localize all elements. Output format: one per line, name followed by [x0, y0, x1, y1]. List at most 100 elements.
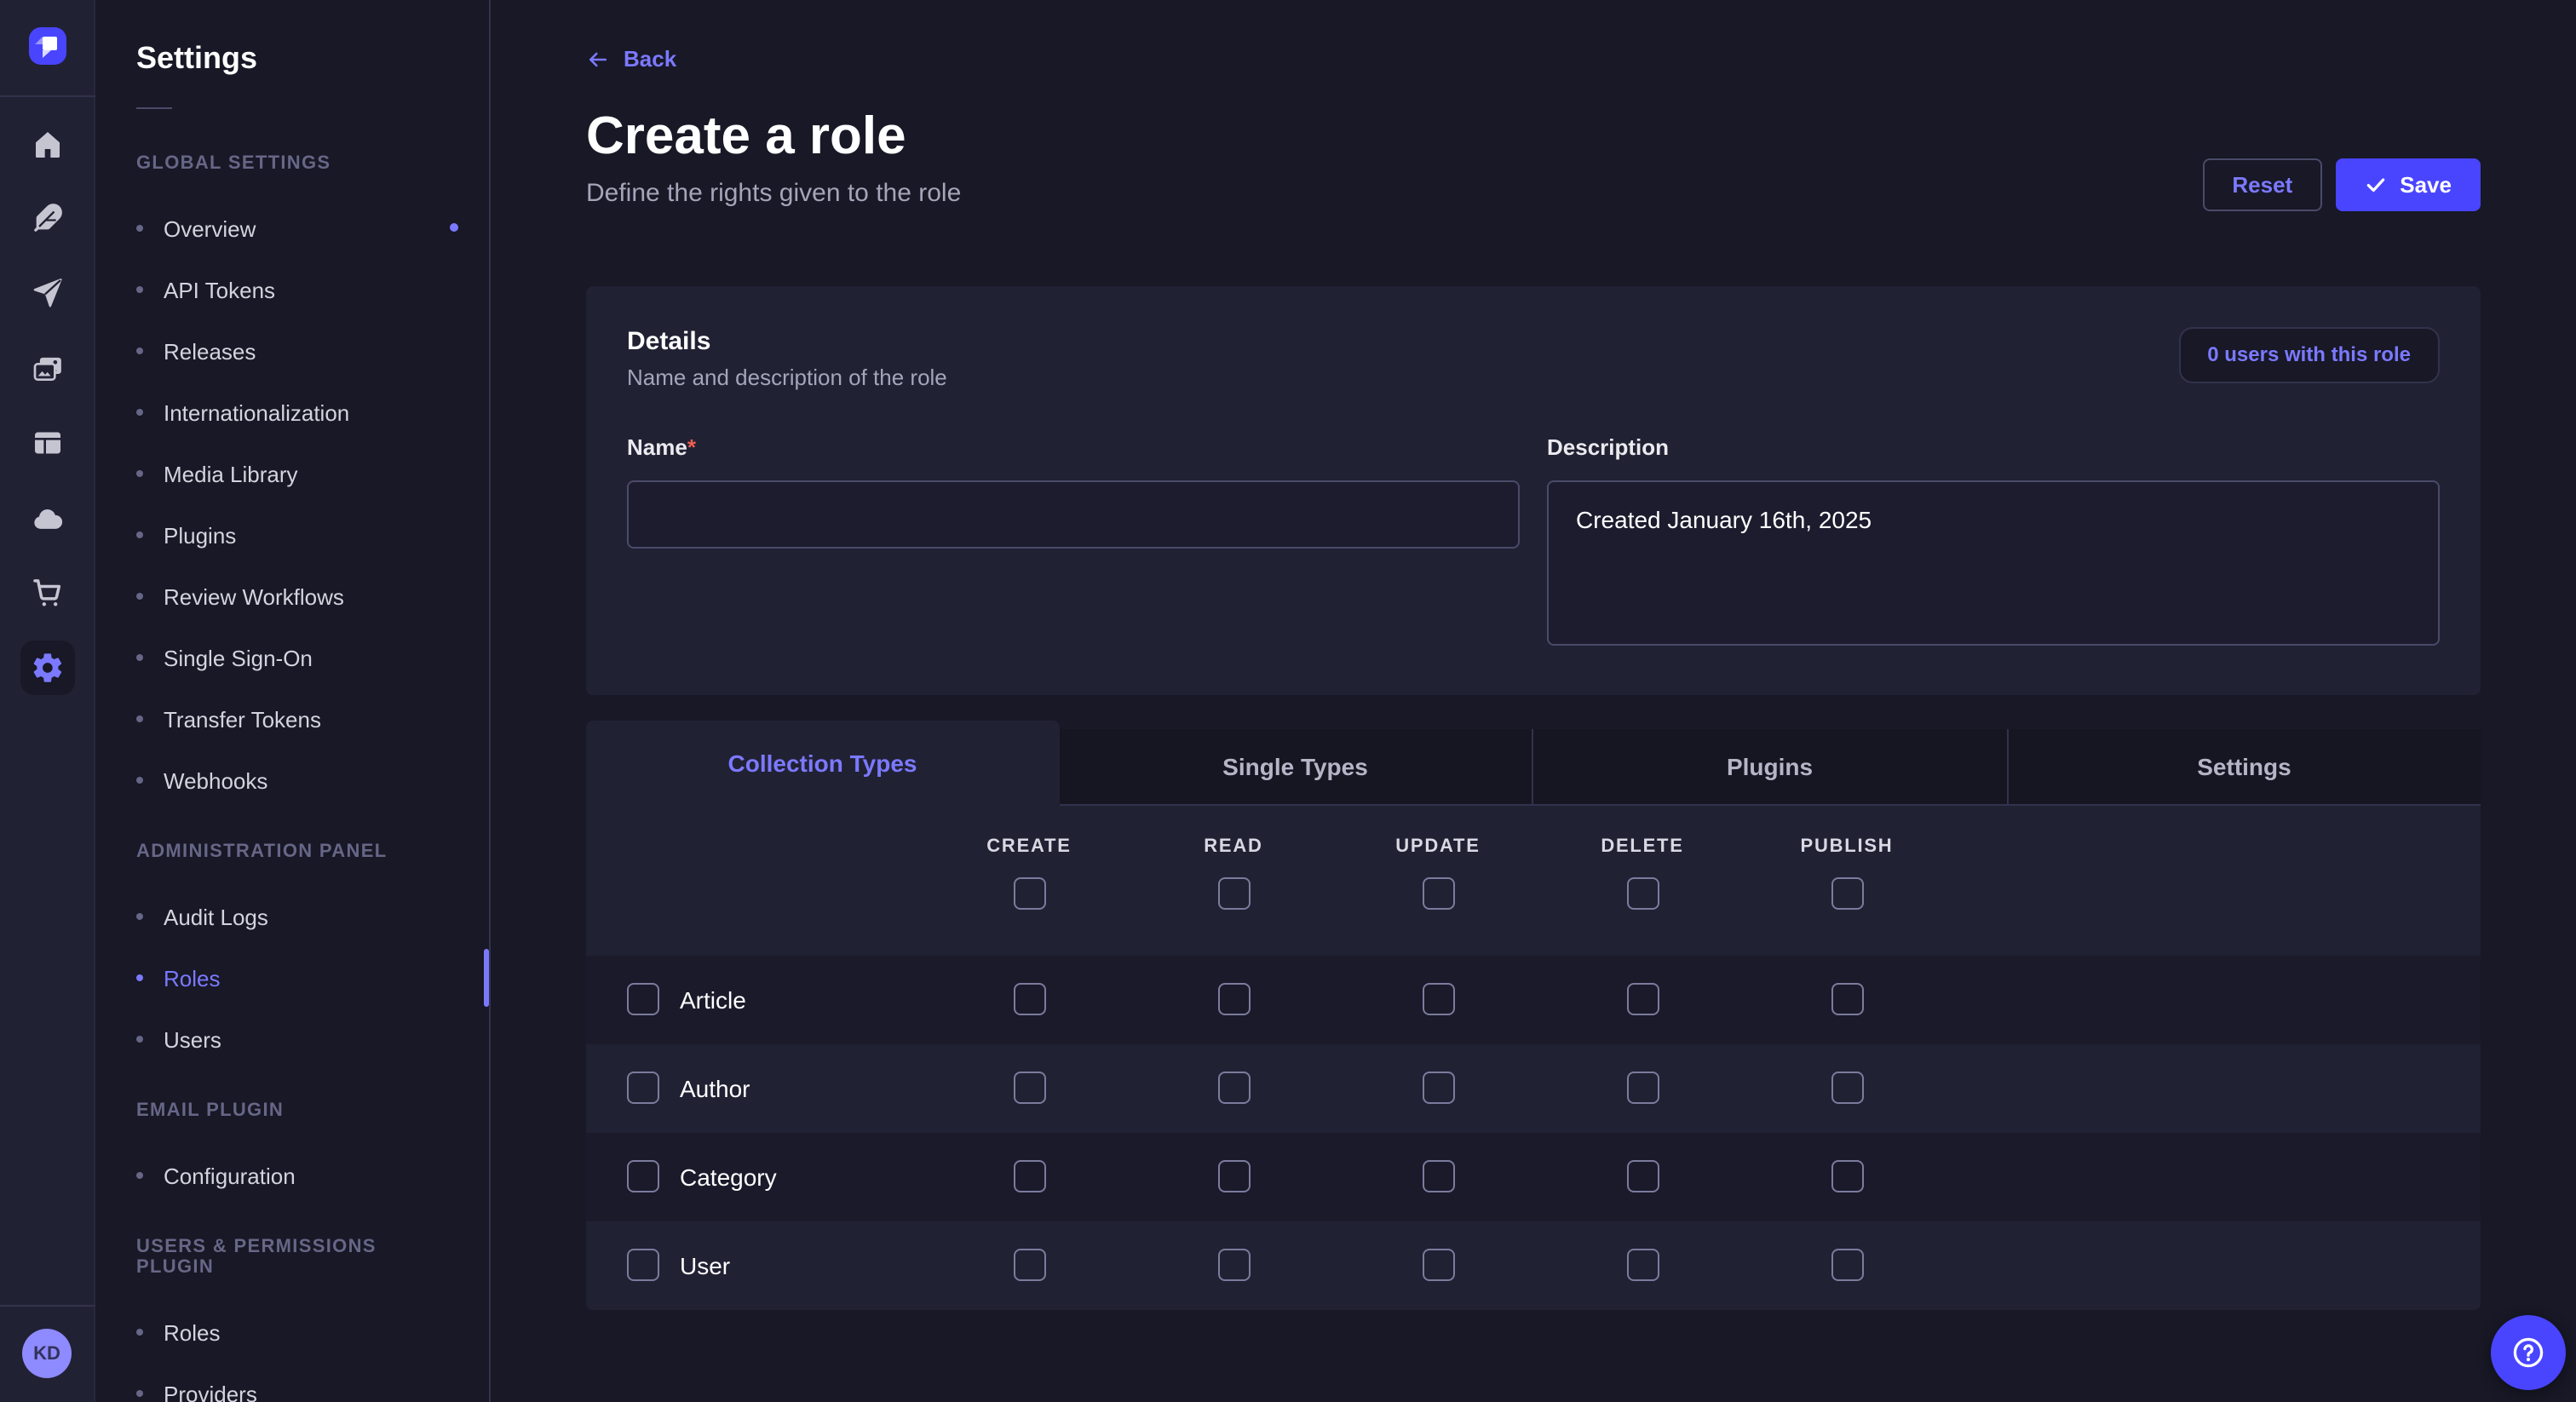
- bullet-icon: [136, 1172, 143, 1179]
- permission-create-checkbox[interactable]: [1013, 983, 1045, 1015]
- permission-delete-checkbox[interactable]: [1626, 1160, 1659, 1192]
- permission-read-checkbox[interactable]: [1217, 1160, 1250, 1192]
- subnav-item-internationalization[interactable]: Internationalization: [95, 382, 489, 443]
- strapi-logo-icon: [29, 27, 66, 65]
- permission-read-checkbox[interactable]: [1217, 983, 1250, 1015]
- select-row-checkbox[interactable]: [627, 983, 659, 1015]
- table-row-author: Author: [586, 1043, 2481, 1132]
- bullet-icon: [136, 777, 143, 784]
- tab-collection-types[interactable]: Collection Types: [586, 720, 1059, 805]
- tab-single-types[interactable]: Single Types: [1059, 728, 1532, 805]
- settings-gear-icon[interactable]: [20, 641, 75, 695]
- permission-update-checkbox[interactable]: [1422, 1249, 1454, 1281]
- strapi-admin: KD Settings GLOBAL SETTINGS Overview API…: [0, 0, 2576, 1402]
- section-users-permissions-plugin: USERS & PERMISSIONS PLUGIN Roles Provide…: [95, 1237, 489, 1402]
- subnav-item-media-library[interactable]: Media Library: [95, 443, 489, 504]
- tab-plugins[interactable]: Plugins: [1532, 728, 2006, 805]
- subnav-item-webhooks[interactable]: Webhooks: [95, 750, 489, 811]
- content-type-builder-icon[interactable]: [0, 201, 95, 235]
- tab-label: Single Types: [1222, 752, 1368, 779]
- deploy-icon[interactable]: [0, 276, 95, 310]
- page-header: Create a role Define the rights given to…: [586, 105, 2481, 207]
- check-icon: [2364, 173, 2386, 195]
- strapi-logo[interactable]: [29, 27, 66, 65]
- bullet-icon: [136, 1390, 143, 1397]
- permission-publish-checkbox[interactable]: [1831, 1249, 1863, 1281]
- arrow-left-icon: [586, 47, 610, 71]
- name-input[interactable]: [627, 480, 1520, 548]
- select-all-publish-checkbox[interactable]: [1831, 876, 1863, 909]
- user-avatar[interactable]: KD: [22, 1329, 72, 1378]
- select-all-update-checkbox[interactable]: [1422, 876, 1454, 909]
- subnav-item-transfer-tokens[interactable]: Transfer Tokens: [95, 688, 489, 750]
- permission-publish-checkbox[interactable]: [1831, 1160, 1863, 1192]
- permission-create-checkbox[interactable]: [1013, 1160, 1045, 1192]
- subnav-item-users[interactable]: Users: [95, 1008, 489, 1070]
- tab-settings[interactable]: Settings: [2006, 728, 2481, 805]
- subnav-item-audit-logs[interactable]: Audit Logs: [95, 886, 489, 947]
- row-label: Article: [680, 985, 746, 1013]
- subnav-item-providers[interactable]: Providers: [95, 1363, 489, 1402]
- select-all-delete-checkbox[interactable]: [1626, 876, 1659, 909]
- tab-label: Plugins: [1727, 752, 1813, 779]
- permission-delete-checkbox[interactable]: [1626, 1072, 1659, 1104]
- media-library-icon[interactable]: [0, 353, 95, 387]
- permission-update-checkbox[interactable]: [1422, 1160, 1454, 1192]
- subnav-item-roles-up[interactable]: Roles: [95, 1301, 489, 1363]
- subnav-item-overview[interactable]: Overview: [95, 198, 489, 259]
- settings-subnav: Settings GLOBAL SETTINGS Overview API To…: [95, 0, 491, 1402]
- name-field-group: Name*: [627, 434, 1520, 653]
- bullet-icon: [136, 1329, 143, 1336]
- permission-create-checkbox[interactable]: [1013, 1249, 1045, 1281]
- subnav-item-label: Plugins: [164, 522, 236, 548]
- content-manager-icon[interactable]: [0, 426, 95, 460]
- permission-publish-checkbox[interactable]: [1831, 1072, 1863, 1104]
- reset-button[interactable]: Reset: [2203, 158, 2321, 210]
- select-all-create-checkbox[interactable]: [1013, 876, 1045, 909]
- subnav-item-label: Review Workflows: [164, 583, 344, 609]
- column-header-publish: PUBLISH: [1801, 836, 1894, 856]
- permission-update-checkbox[interactable]: [1422, 983, 1454, 1015]
- details-subtitle: Name and description of the role: [627, 364, 947, 389]
- details-card: Details Name and description of the role…: [586, 285, 2481, 694]
- subnav-item-roles-admin[interactable]: Roles: [95, 947, 489, 1008]
- permission-read-checkbox[interactable]: [1217, 1249, 1250, 1281]
- permission-delete-checkbox[interactable]: [1626, 983, 1659, 1015]
- subnav-item-review-workflows[interactable]: Review Workflows: [95, 566, 489, 627]
- back-link[interactable]: Back: [586, 46, 676, 72]
- table-row-user: User: [586, 1221, 2481, 1309]
- bullet-icon: [136, 1036, 143, 1043]
- subnav-item-label: API Tokens: [164, 277, 275, 302]
- section-global-settings: GLOBAL SETTINGS Overview API Tokens Rele…: [95, 153, 489, 811]
- subnav-item-single-sign-on[interactable]: Single Sign-On: [95, 627, 489, 688]
- cloud-icon[interactable]: [0, 503, 95, 537]
- permission-delete-checkbox[interactable]: [1626, 1249, 1659, 1281]
- subnav-item-releases[interactable]: Releases: [95, 320, 489, 382]
- marketplace-icon[interactable]: [0, 576, 95, 610]
- select-all-read-checkbox[interactable]: [1217, 876, 1250, 909]
- select-row-checkbox[interactable]: [627, 1160, 659, 1192]
- select-row-checkbox[interactable]: [627, 1072, 659, 1104]
- main-content: Back Create a role Define the rights giv…: [491, 0, 2576, 1402]
- main-nav-rail: KD: [0, 0, 95, 1402]
- subnav-item-label: Providers: [164, 1381, 257, 1402]
- notification-dot-icon: [450, 223, 458, 232]
- permission-read-checkbox[interactable]: [1217, 1072, 1250, 1104]
- row-label: User: [680, 1251, 730, 1278]
- home-icon[interactable]: [0, 128, 95, 162]
- subnav-item-plugins[interactable]: Plugins: [95, 504, 489, 566]
- row-label: Author: [680, 1074, 750, 1101]
- users-with-role-button[interactable]: 0 users with this role: [2178, 326, 2440, 382]
- help-button[interactable]: [2491, 1315, 2566, 1390]
- select-row-checkbox[interactable]: [627, 1249, 659, 1281]
- permission-publish-checkbox[interactable]: [1831, 983, 1863, 1015]
- subnav-item-configuration[interactable]: Configuration: [95, 1145, 489, 1206]
- subnav-item-api-tokens[interactable]: API Tokens: [95, 259, 489, 320]
- save-button[interactable]: Save: [2335, 158, 2481, 210]
- section-administration-panel: ADMINISTRATION PANEL Audit Logs Roles Us…: [95, 842, 489, 1070]
- row-label: Category: [680, 1163, 777, 1190]
- required-asterisk: *: [687, 434, 696, 459]
- permission-update-checkbox[interactable]: [1422, 1072, 1454, 1104]
- permission-create-checkbox[interactable]: [1013, 1072, 1045, 1104]
- description-textarea[interactable]: Created January 16th, 2025: [1547, 480, 2440, 645]
